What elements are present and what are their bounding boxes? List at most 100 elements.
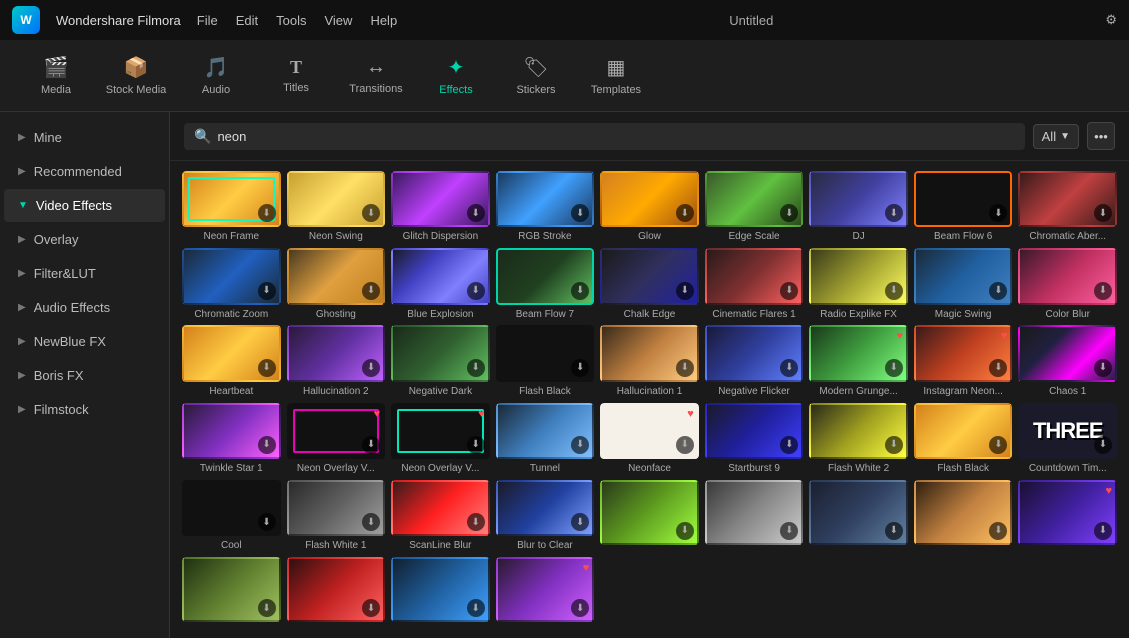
tool-titles[interactable]: T Titles [260, 46, 332, 106]
r61-download[interactable]: ⬇ [676, 522, 694, 540]
rgb-stroke-download[interactable]: ⬇ [571, 204, 589, 222]
effect-instagram-neon[interactable]: ♥ ⬇ Instagram Neon... [914, 325, 1013, 396]
effect-twinkle-star-1[interactable]: ⬇ Twinkle Star 1 [182, 403, 281, 474]
beam-flow-7-download[interactable]: ⬇ [571, 282, 589, 300]
heartbeat-download[interactable]: ⬇ [258, 359, 276, 377]
glow-download[interactable]: ⬇ [676, 204, 694, 222]
effect-flash-black-r3[interactable]: ⬇ Flash Black [496, 325, 595, 396]
tool-templates[interactable]: ▦ Templates [580, 46, 652, 106]
effect-r67[interactable]: ⬇ [287, 557, 386, 628]
effect-glitch-dispersion[interactable]: ⬇ Glitch Dispersion [391, 171, 490, 242]
tunnel-download[interactable]: ⬇ [571, 436, 589, 454]
blue-explosion-download[interactable]: ⬇ [467, 282, 485, 300]
cinematic-flares-download[interactable]: ⬇ [780, 282, 798, 300]
neon-frame-download[interactable]: ⬇ [258, 204, 276, 222]
menu-view[interactable]: View [324, 13, 352, 28]
effect-modern-grunge[interactable]: ♥ ⬇ Modern Grunge... [809, 325, 908, 396]
flash-black-r5-download[interactable]: ⬇ [989, 436, 1007, 454]
effect-chromatic-aber[interactable]: ⬇ Chromatic Aber... [1018, 171, 1117, 242]
effect-blue-explosion[interactable]: ⬇ Blue Explosion [391, 248, 490, 319]
sidebar-item-video-effects[interactable]: ▼ Video Effects [4, 189, 165, 222]
cool-download[interactable]: ⬇ [258, 513, 276, 531]
effect-r61[interactable]: ⬇ [600, 480, 699, 551]
effect-cinematic-flares-1[interactable]: ⬇ Cinematic Flares 1 [705, 248, 804, 319]
hallucination-2-download[interactable]: ⬇ [362, 359, 380, 377]
r66-download[interactable]: ⬇ [258, 599, 276, 617]
neon-overlay-v2-download[interactable]: ⬇ [467, 436, 485, 454]
effect-glow[interactable]: ⬇ Glow [600, 171, 699, 242]
effect-beam-flow-7[interactable]: ⬇ Beam Flow 7 [496, 248, 595, 319]
hallucination-1-download[interactable]: ⬇ [676, 359, 694, 377]
effect-color-blur[interactable]: ⬇ Color Blur [1018, 248, 1117, 319]
tool-audio[interactable]: 🎵 Audio [180, 46, 252, 106]
flash-black-r3-download[interactable]: ⬇ [571, 359, 589, 377]
effect-r66[interactable]: ⬇ [182, 557, 281, 628]
r69-download[interactable]: ⬇ [571, 599, 589, 617]
radio-explike-download[interactable]: ⬇ [885, 282, 903, 300]
effect-chaos-1[interactable]: ⬇ Chaos 1 [1018, 325, 1117, 396]
sidebar-item-filter-lut[interactable]: ▶ Filter&LUT [4, 257, 165, 290]
twinkle-star-1-download[interactable]: ⬇ [258, 436, 276, 454]
filter-dropdown[interactable]: All ▼ [1033, 124, 1079, 149]
sidebar-item-filmstock[interactable]: ▶ Filmstock [4, 393, 165, 426]
neon-overlay-v1-download[interactable]: ⬇ [362, 436, 380, 454]
effect-tunnel[interactable]: ⬇ Tunnel [496, 403, 595, 474]
effect-startburst-9[interactable]: ⬇ Startburst 9 [705, 403, 804, 474]
startburst-9-download[interactable]: ⬇ [780, 436, 798, 454]
effect-r62[interactable]: ⬇ [705, 480, 804, 551]
effect-neonface[interactable]: ♥ ⬇ Neonface [600, 403, 699, 474]
sidebar-item-newblue-fx[interactable]: ▶ NewBlue FX [4, 325, 165, 358]
chromatic-aber-download[interactable]: ⬇ [1094, 204, 1112, 222]
countdown-tim-download[interactable]: ⬇ [1094, 436, 1112, 454]
effect-neon-overlay-v1[interactable]: ♥ ⬇ Neon Overlay V... [287, 403, 386, 474]
flash-white-1-download[interactable]: ⬇ [362, 513, 380, 531]
sidebar-item-recommended[interactable]: ▶ Recommended [4, 155, 165, 188]
effect-cool[interactable]: ⬇ Cool [182, 480, 281, 551]
effect-countdown-tim[interactable]: THREE ⬇ Countdown Tim... [1018, 403, 1117, 474]
neonface-download[interactable]: ⬇ [676, 436, 694, 454]
r63-download[interactable]: ⬇ [885, 522, 903, 540]
effect-r69[interactable]: ♥ ⬇ [496, 557, 595, 628]
blur-to-clear-download[interactable]: ⬇ [571, 513, 589, 531]
menu-file[interactable]: File [197, 13, 218, 28]
effect-r64[interactable]: ⬇ [914, 480, 1013, 551]
effect-r65[interactable]: ♥ ⬇ [1018, 480, 1117, 551]
search-input[interactable] [217, 129, 1014, 144]
ghosting-download[interactable]: ⬇ [362, 282, 380, 300]
r68-download[interactable]: ⬇ [467, 599, 485, 617]
glitch-dispersion-download[interactable]: ⬇ [467, 204, 485, 222]
scanline-blur-download[interactable]: ⬇ [467, 513, 485, 531]
tool-stock-media[interactable]: 📦 Stock Media [100, 46, 172, 106]
edge-scale-download[interactable]: ⬇ [780, 204, 798, 222]
menu-edit[interactable]: Edit [236, 13, 258, 28]
modern-grunge-download[interactable]: ⬇ [885, 359, 903, 377]
tool-transitions[interactable]: ↔ Transitions [340, 46, 412, 106]
magic-swing-download[interactable]: ⬇ [989, 282, 1007, 300]
sidebar-item-boris-fx[interactable]: ▶ Boris FX [4, 359, 165, 392]
effect-r68[interactable]: ⬇ [391, 557, 490, 628]
effect-ghosting[interactable]: ⬇ Ghosting [287, 248, 386, 319]
effect-rgb-stroke[interactable]: ⬇ RGB Stroke [496, 171, 595, 242]
effect-flash-white-2[interactable]: ⬇ Flash White 2 [809, 403, 908, 474]
r67-download[interactable]: ⬇ [362, 599, 380, 617]
menu-help[interactable]: Help [370, 13, 397, 28]
effect-edge-scale[interactable]: ⬇ Edge Scale [705, 171, 804, 242]
effect-neon-swing[interactable]: ⬇ Neon Swing [287, 171, 386, 242]
r62-download[interactable]: ⬇ [780, 522, 798, 540]
effect-r63[interactable]: ⬇ [809, 480, 908, 551]
effect-blur-to-clear[interactable]: ⬇ Blur to Clear [496, 480, 595, 551]
beam-flow-6-download[interactable]: ⬇ [989, 204, 1007, 222]
effect-scanline-blur[interactable]: ⬇ ScanLine Blur [391, 480, 490, 551]
effect-beam-flow-6[interactable]: ⬇ Beam Flow 6 [914, 171, 1013, 242]
effect-negative-flicker[interactable]: ⬇ Negative Flicker [705, 325, 804, 396]
effect-chromatic-zoom[interactable]: ⬇ Chromatic Zoom [182, 248, 281, 319]
negative-flicker-download[interactable]: ⬇ [780, 359, 798, 377]
sidebar-item-overlay[interactable]: ▶ Overlay [4, 223, 165, 256]
effect-hallucination-1[interactable]: ⬇ Hallucination 1 [600, 325, 699, 396]
effect-heartbeat[interactable]: ⬇ Heartbeat [182, 325, 281, 396]
effect-chalk-edge[interactable]: ⬇ Chalk Edge [600, 248, 699, 319]
effect-flash-black-r5[interactable]: ⬇ Flash Black [914, 403, 1013, 474]
negative-dark-download[interactable]: ⬇ [467, 359, 485, 377]
neon-swing-download[interactable]: ⬇ [362, 204, 380, 222]
effect-hallucination-2[interactable]: ⬇ Hallucination 2 [287, 325, 386, 396]
